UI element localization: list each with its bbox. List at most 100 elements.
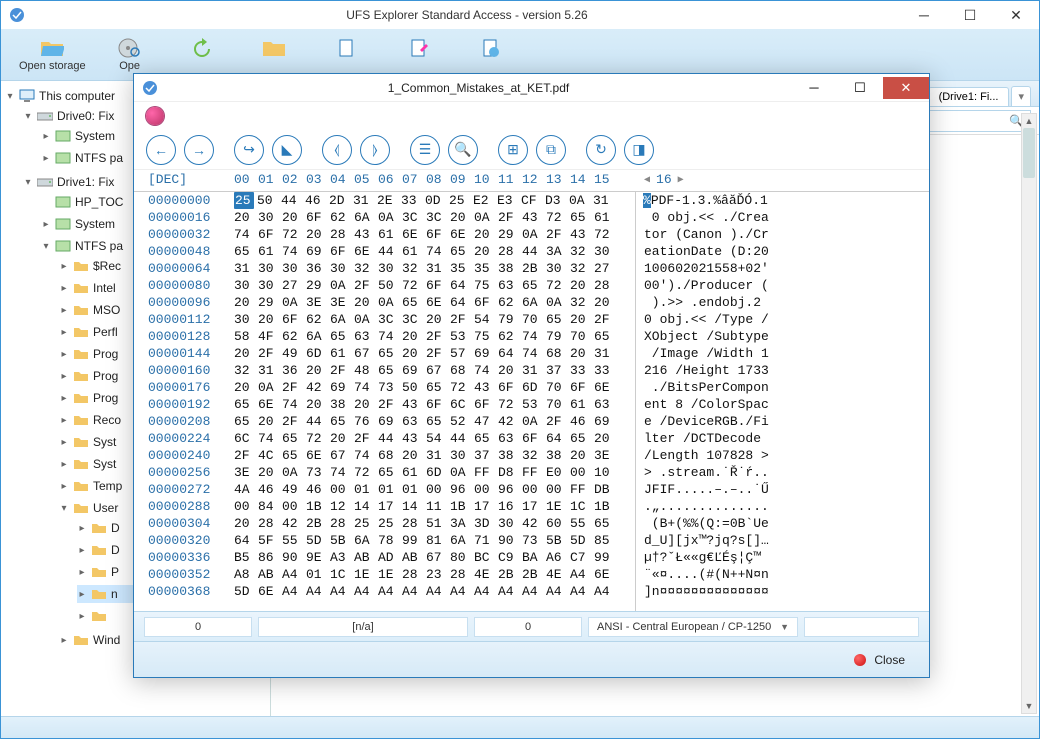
nav-forward-button[interactable]: →: [184, 135, 214, 165]
tree-toggle[interactable]: ▾: [41, 241, 51, 252]
hex-toolbar: ← → ↪ ◣ ⦉ ⦊ ☰ 🔍 ⊞ ⧉ ↻ ◨: [134, 130, 929, 170]
tree-toggle[interactable]: ▾: [5, 91, 15, 102]
hex-row[interactable]: 00000048656174696F6E446174652028443A3230…: [134, 243, 929, 260]
hex-row[interactable]: 00000336B586909EA3ABADAB6780BCC9BAA6C799…: [134, 549, 929, 566]
status-size: 0: [474, 617, 582, 637]
open-storage-button[interactable]: Open storage: [11, 36, 94, 74]
offset: 00000192: [148, 396, 234, 413]
tree-toggle[interactable]: ▾: [59, 503, 69, 514]
hex-column-header: [DEC] 00010203040506070809101112131415 ◀…: [134, 170, 929, 192]
drive-icon: [37, 109, 53, 123]
goto-button[interactable]: ↪: [234, 135, 264, 165]
scroll-thumb[interactable]: [1023, 128, 1035, 178]
ascii: eationDate (D:20: [644, 243, 769, 260]
hex-row[interactable]: 00000032746F72202843616E6F6E20290A2F4372…: [134, 226, 929, 243]
ascii: ¨«¤....(#(N++N¤n: [644, 566, 769, 583]
offset: 00000128: [148, 328, 234, 345]
scroll-down-arrow[interactable]: ▼: [1022, 699, 1036, 713]
app-icon: [142, 80, 158, 96]
ascii: 0 obj.<< /Type /: [644, 311, 769, 328]
grid-button[interactable]: ⊞: [498, 135, 528, 165]
tree-label: Prog: [93, 391, 118, 405]
chevron-left-icon[interactable]: ◀: [644, 174, 650, 186]
hex-row[interactable]: 00000128584F626A656374202F53756274797065…: [134, 328, 929, 345]
offset: 00000240: [148, 447, 234, 464]
close-viewer-button[interactable]: Close: [846, 649, 913, 671]
minimize-button[interactable]: ─: [901, 4, 947, 26]
bytes: 20290A3E3E200A656E646F626A0A3220: [234, 294, 618, 311]
copy-button[interactable]: ⧉: [536, 135, 566, 165]
tree-label: MSO: [93, 303, 120, 317]
hex-close-button[interactable]: ✕: [883, 77, 929, 99]
ascii: ).>> .endobj.2: [644, 294, 769, 311]
tree-label: Wind: [93, 633, 120, 647]
folder-icon: [91, 543, 107, 557]
text-column-header: ◀16▶: [644, 172, 684, 187]
hex-row[interactable]: 000002402F4C656E67746820313037383238203E…: [134, 447, 929, 464]
hex-minimize-button[interactable]: ─: [791, 77, 837, 99]
folder-icon: [73, 633, 89, 647]
hex-statusbar: 0 [n/a] 0 ANSI - Central European / CP-1…: [134, 611, 929, 641]
hex-maximize-button[interactable]: ☐: [837, 77, 883, 99]
scroll-up-arrow[interactable]: ▲: [1022, 114, 1036, 128]
hex-row[interactable]: 000003685D6EA4A4A4A4A4A4A4A4A4A4A4A4A4A4…: [134, 583, 929, 600]
ascii: /Length 107828 >: [644, 447, 769, 464]
refresh-icon: [190, 38, 214, 58]
hex-row[interactable]: 000000643130303630323032313535382B303227…: [134, 260, 929, 277]
chevron-right-icon[interactable]: ▶: [678, 174, 684, 186]
offset: 00000032: [148, 226, 234, 243]
toolbar-btn-4[interactable]: [238, 36, 310, 74]
maximize-button[interactable]: ☐: [947, 4, 993, 26]
hex-row[interactable]: 00000000255044462D312E330D25E2E3CFD30A31…: [134, 192, 929, 209]
right-scrollbar[interactable]: ▲ ▼: [1021, 113, 1037, 714]
close-button[interactable]: ✕: [993, 4, 1039, 26]
hex-row[interactable]: 0000011230206F626A0A3C3C202F54797065202F…: [134, 311, 929, 328]
toolbar-btn-6[interactable]: [382, 36, 454, 74]
tree-label: $Rec: [93, 259, 121, 273]
tree-label: System: [75, 129, 115, 143]
hex-row[interactable]: 00000176200A2F42697473506572436F6D706F6E…: [134, 379, 929, 396]
hex-row[interactable]: 000002724A46494600010101009600960000FFDB…: [134, 481, 929, 498]
find-button[interactable]: 🔍: [448, 135, 478, 165]
hex-rows-container[interactable]: 00000000255044462D312E330D25E2E3CFD30A31…: [134, 192, 929, 611]
hex-row[interactable]: 00000352A8ABA4011C1E1E2823284E2B2B4EA46E…: [134, 566, 929, 583]
hex-row[interactable]: 0000020865202F4465766963655247420A2F4669…: [134, 413, 929, 430]
hex-row[interactable]: 000002880084001B12141714111B1716171E1C1B…: [134, 498, 929, 515]
offset: 00000272: [148, 481, 234, 498]
hex-row[interactable]: 00000160323136202F4865696768742031373333…: [134, 362, 929, 379]
encoding-select[interactable]: ANSI - Central European / CP-1250▼: [588, 617, 798, 637]
partition-icon: [55, 151, 71, 165]
tree-toggle[interactable]: ▾: [23, 177, 33, 188]
hex-window-controls: ─ ☐ ✕: [791, 77, 929, 99]
columns-button[interactable]: ◨: [624, 135, 654, 165]
nav-back-button[interactable]: ←: [146, 135, 176, 165]
hex-row[interactable]: 0000009620290A3E3E200A656E646F626A0A3220…: [134, 294, 929, 311]
folder-icon: [73, 281, 89, 295]
offset-mode-label[interactable]: [DEC]: [148, 172, 234, 187]
hex-row[interactable]: 00000192656E742038202F436F6C6F7253706163…: [134, 396, 929, 413]
step-forward-button[interactable]: ⦊: [360, 135, 390, 165]
hex-row[interactable]: 00000320645F555D5B6A7899816A7190735B5D85…: [134, 532, 929, 549]
globe-icon[interactable]: [146, 107, 164, 125]
toolbar-btn-7[interactable]: [454, 36, 526, 74]
tab-drive1[interactable]: (Drive1: Fi...: [928, 87, 1010, 106]
bytes: 4A46494600010101009600960000FFDB: [234, 481, 618, 498]
hex-row[interactable]: 00000080303027290A2F50726F64756365722028…: [134, 277, 929, 294]
hex-row[interactable]: 000002246C746572202F4443544465636F646520…: [134, 430, 929, 447]
folder-icon: [73, 325, 89, 339]
open-button[interactable]: Ope: [94, 36, 166, 74]
reload-button[interactable]: ↻: [586, 135, 616, 165]
toolbar-btn-3[interactable]: [166, 36, 238, 74]
tree-toggle[interactable]: ▾: [23, 111, 33, 122]
hex-row[interactable]: 000003042028422B28252528513A3D3042605565…: [134, 515, 929, 532]
hex-row[interactable]: 00000144202F496D616765202F57696474682031…: [134, 345, 929, 362]
tab-menu-button[interactable]: ▾: [1011, 86, 1031, 106]
step-back-button[interactable]: ⦉: [322, 135, 352, 165]
hex-row[interactable]: 000002563E200A73747265616D0AFFD8FFE00010…: [134, 464, 929, 481]
toolbar-btn-5[interactable]: [310, 36, 382, 74]
hex-row[interactable]: 000000162030206F626A0A3C3C200A2F43726561…: [134, 209, 929, 226]
bookmark-button[interactable]: ◣: [272, 135, 302, 165]
bytes: 2F4C656E67746820313037383238203E: [234, 447, 618, 464]
list-button[interactable]: ☰: [410, 135, 440, 165]
bytes: 30206F626A0A3C3C202F54797065202F: [234, 311, 618, 328]
